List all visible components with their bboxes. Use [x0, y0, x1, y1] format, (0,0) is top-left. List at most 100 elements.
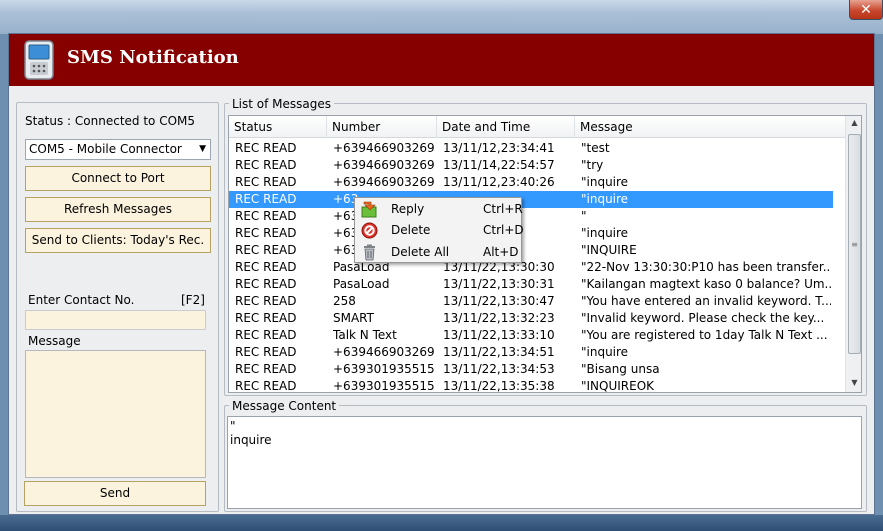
table-row[interactable]: REC READ PasaLoad 13/11/22,13:30:30 "22-Nov… [229, 259, 833, 276]
contact-number-input[interactable] [25, 310, 206, 330]
menu-item-delete[interactable]: Delete Ctrl+D [357, 220, 524, 241]
cell-message: "inquire [581, 175, 629, 189]
send-button[interactable]: Send [24, 481, 206, 506]
scroll-up-icon[interactable]: ▲ [846, 118, 861, 127]
table-row[interactable]: REC READ +63 "INQUIRE [229, 242, 833, 259]
close-icon: ✕ [860, 2, 872, 18]
column-header-datetime[interactable]: Date and Time [437, 116, 575, 138]
cell-message: "inquire [581, 226, 629, 240]
send-to-clients-button[interactable]: Send to Clients: Today's Rec. [25, 228, 211, 253]
cell-message: "You have entered an invalid keyword. T.… [581, 294, 831, 308]
cell-status: REC READ [235, 362, 297, 376]
connection-status: Status : Connected to COM5 [25, 114, 196, 128]
table-row[interactable]: REC READ PasaLoad 13/11/22,13:30:31 "Kailan… [229, 276, 833, 293]
table-row[interactable]: REC READ +639466903269 13/11/22,13:34:51 "i… [229, 344, 833, 361]
cell-datetime: 13/11/22,13:34:53 [443, 362, 555, 376]
menu-item-delete-all[interactable]: Delete All Alt+D [357, 242, 519, 263]
chevron-down-icon[interactable]: ▼ [199, 140, 206, 159]
menu-item-delete-all-shortcut: Alt+D [483, 245, 519, 259]
cell-datetime: 13/11/22,13:34:51 [443, 345, 555, 359]
cell-status: REC READ [235, 345, 297, 359]
grip-icon: ≡ [851, 240, 858, 249]
cell-datetime: 13/11/12,23:40:26 [443, 175, 555, 189]
cell-status: REC READ [235, 158, 297, 172]
messages-list[interactable]: Status Number Date and Time Message REC … [228, 115, 862, 393]
cell-message: " [581, 209, 587, 223]
column-header-number[interactable]: Number [327, 116, 437, 138]
cell-number: +639466903269 [333, 175, 435, 189]
contact-label: Enter Contact No. [28, 293, 135, 307]
cell-status: REC READ [235, 294, 297, 308]
context-menu: Reply Ctrl+R Delete Ctrl+D Delete All Al… [354, 197, 524, 263]
cell-datetime: 13/11/22,13:30:47 [443, 294, 555, 308]
refresh-messages-button[interactable]: Refresh Messages [25, 197, 211, 222]
cell-message: "try [581, 158, 604, 172]
cell-message: "22-Nov 13:30:30:P10 has been transfer..… [581, 260, 831, 274]
cell-number: +639301935515 [333, 379, 435, 393]
cell-message: "test [581, 141, 610, 155]
cell-status: REC READ [235, 175, 297, 189]
cell-datetime: 13/11/14,22:54:57 [443, 158, 555, 172]
trash-icon [364, 244, 375, 261]
message-content-text[interactable]: " inquire [227, 416, 862, 509]
cell-message: "INQUIRE [581, 243, 637, 257]
vertical-scrollbar[interactable]: ▲ ≡ ▼ [845, 116, 861, 392]
cell-number: Talk N Text [333, 328, 397, 342]
cell-status: REC READ [235, 379, 297, 393]
contact-shortcut: [F2] [181, 293, 205, 307]
column-header-status[interactable]: Status [229, 116, 327, 138]
table-row[interactable]: REC READ Talk N Text 13/11/22,13:33:10 "You… [229, 327, 833, 344]
cell-number: +639466903269 [333, 345, 435, 359]
taskbar [0, 515, 883, 531]
cell-status: REC READ [235, 209, 297, 223]
column-header-message[interactable]: Message [575, 116, 845, 138]
cell-message: "inquire [581, 192, 629, 206]
scroll-down-icon[interactable]: ▼ [846, 378, 861, 387]
cell-datetime: 13/11/22,13:33:10 [443, 328, 555, 342]
app-title: SMS Notification [67, 47, 239, 68]
menu-item-reply-shortcut: Ctrl+R [483, 202, 523, 216]
table-row[interactable]: REC READ +639466903269 13/11/12,23:40:26 "i… [229, 174, 833, 191]
table-row[interactable]: REC READ 258 13/11/22,13:30:47 "You have en… [229, 293, 833, 310]
cell-datetime: 13/11/22,13:32:23 [443, 311, 555, 325]
cell-datetime: 13/11/22,13:35:38 [443, 379, 555, 393]
cell-number: +639301935515 [333, 362, 435, 376]
cell-status: REC READ [235, 226, 297, 240]
table-row[interactable]: REC READ +639466903269 13/11/12,23:34:41 "t… [229, 140, 833, 157]
menu-item-reply[interactable]: Reply Ctrl+R [357, 199, 523, 220]
window-titlebar[interactable] [0, 0, 883, 34]
window-close-button[interactable]: ✕ [849, 0, 883, 20]
table-row[interactable]: REC READ +63 "inquire [229, 191, 833, 208]
menu-item-delete-shortcut: Ctrl+D [483, 223, 524, 237]
table-row[interactable]: REC READ +639301935515 13/11/22,13:35:38 "I… [229, 378, 833, 393]
table-row[interactable]: REC READ +63 "inquire [229, 225, 833, 242]
messages-group-title: List of Messages [229, 97, 335, 111]
table-row[interactable]: REC READ +639466903269 13/11/14,22:54:57 "t… [229, 157, 833, 174]
cell-message: "You are registered to 1day Talk N Text … [581, 328, 828, 342]
port-select[interactable]: COM5 - Mobile Connector ▼ [25, 139, 211, 160]
table-row[interactable]: REC READ +639301935515 13/11/22,13:34:53 "B… [229, 361, 833, 378]
menu-item-delete-all-label: Delete All [391, 245, 450, 259]
menu-item-delete-label: Delete [391, 223, 431, 237]
table-row[interactable]: REC READ +63 " [229, 208, 833, 225]
cell-status: REC READ [235, 277, 297, 291]
cell-number: +639466903269 [333, 158, 435, 172]
cell-message: "Bisang unsa [581, 362, 660, 376]
menu-item-reply-label: Reply [391, 202, 425, 216]
cell-message: "Kailangan magtext kaso 0 balance? Um... [581, 277, 831, 291]
cell-status: REC READ [235, 141, 297, 155]
message-textarea[interactable] [25, 350, 206, 478]
cell-datetime: 13/11/12,23:34:41 [443, 141, 555, 155]
cell-message: "INQUIREOK [581, 379, 655, 393]
cell-number: SMART [333, 311, 374, 325]
message-content-title: Message Content [229, 399, 340, 413]
table-row[interactable]: REC READ SMART 13/11/22,13:32:23 "Invalid k… [229, 310, 833, 327]
cell-number: +639466903269 [333, 141, 435, 155]
cell-status: REC READ [235, 260, 297, 274]
cell-status: REC READ [235, 192, 297, 206]
cell-status: REC READ [235, 328, 297, 342]
cell-status: REC READ [235, 243, 297, 257]
connect-port-button[interactable]: Connect to Port [25, 166, 211, 191]
list-header: Status Number Date and Time Message [229, 116, 845, 138]
cell-datetime: 13/11/22,13:30:31 [443, 277, 555, 291]
